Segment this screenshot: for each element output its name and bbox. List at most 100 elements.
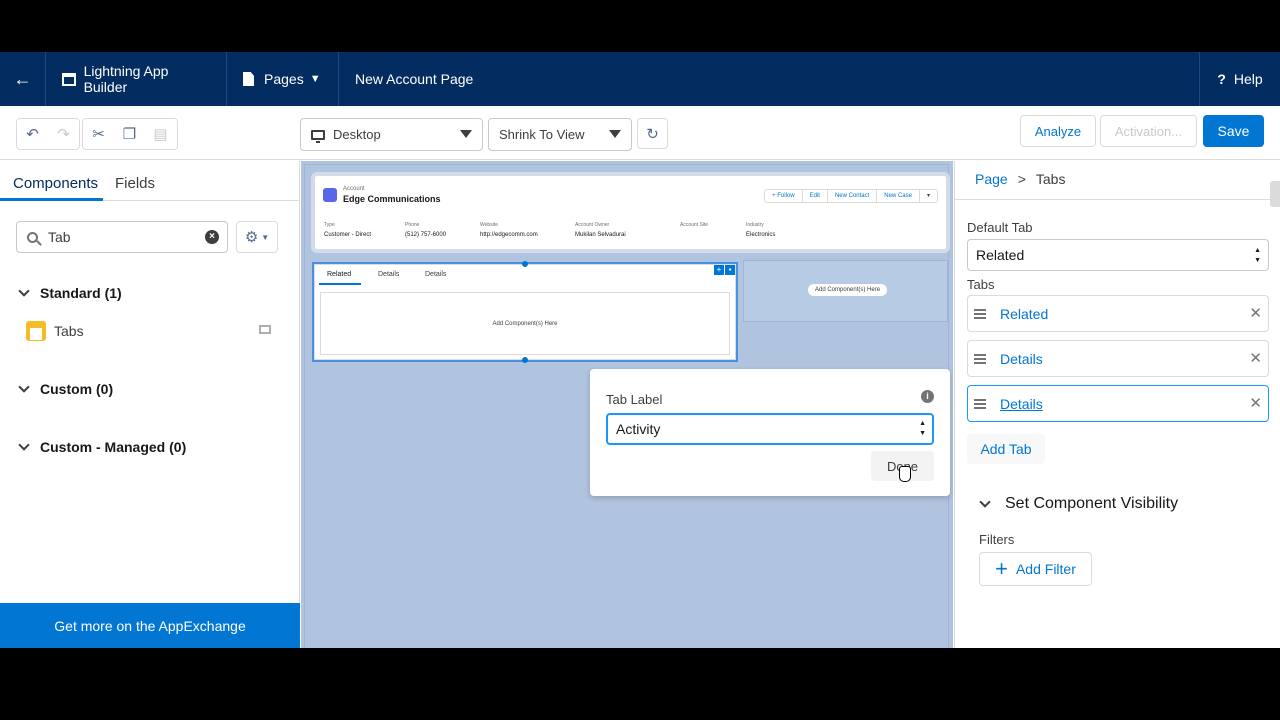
- component-tools: + ▪: [713, 265, 735, 275]
- dropzone-label: Add Component(s) Here: [492, 320, 558, 327]
- new-case-button[interactable]: New Case: [877, 190, 920, 202]
- close-icon[interactable]: ✕: [1249, 396, 1262, 411]
- save-button[interactable]: Save: [1203, 115, 1264, 147]
- sidebar-region[interactable]: Add Component(s) Here: [743, 260, 948, 322]
- view-select[interactable]: Shrink To View: [488, 118, 632, 151]
- components-panel: Components Fields Tab × ⚙ ▼ Standard (1) …: [0, 161, 300, 648]
- tab-item-details[interactable]: Details ✕: [967, 340, 1269, 377]
- tab-item-label[interactable]: Details: [1000, 396, 1043, 412]
- back-button[interactable]: ←: [0, 52, 46, 106]
- copy-icon[interactable]: ❐: [114, 119, 145, 149]
- field-value: (512) 757-6000: [405, 232, 447, 238]
- active-tab-underline: [0, 198, 103, 201]
- add-filter-button[interactable]: + Add Filter: [979, 552, 1092, 586]
- new-contact-button[interactable]: New Contact: [828, 190, 878, 202]
- preview-tab-related[interactable]: Related: [327, 271, 351, 278]
- field-label: Type: [324, 222, 335, 228]
- default-tab-value: Related: [976, 247, 1025, 263]
- visibility-label: Set Component Visibility: [1005, 495, 1179, 512]
- drag-handle-icon[interactable]: [974, 308, 986, 319]
- panel-collapse-handle[interactable]: [1270, 181, 1280, 207]
- tab-item-details-selected[interactable]: Details ✕: [967, 385, 1269, 422]
- component-tabs[interactable]: Tabs: [26, 321, 84, 341]
- undo-icon[interactable]: ↶: [17, 119, 48, 149]
- account-icon: [323, 188, 337, 202]
- tab-label-heading: Tab Label: [606, 392, 663, 407]
- refresh-button[interactable]: ↻: [637, 118, 668, 149]
- activation-button[interactable]: Activation...: [1100, 115, 1197, 147]
- app-builder-menu[interactable]: Lightning App Builder: [46, 52, 227, 106]
- section-label: Custom - Managed (0): [40, 439, 187, 455]
- component-search-input[interactable]: Tab ×: [16, 221, 228, 253]
- clear-icon[interactable]: ×: [205, 230, 219, 244]
- default-tab-select[interactable]: Related ▲ ▼: [967, 239, 1269, 271]
- add-tab-button[interactable]: Add Tab: [967, 434, 1045, 464]
- cut-icon[interactable]: ✂: [83, 119, 114, 149]
- tab-item-label[interactable]: Related: [1000, 306, 1048, 322]
- page-name-label: New Account Page: [355, 71, 474, 87]
- field-label: Account Site: [680, 222, 709, 228]
- tab-components[interactable]: Components: [13, 175, 98, 192]
- edit-button[interactable]: Edit: [803, 190, 828, 202]
- drag-handle-icon[interactable]: [974, 398, 986, 409]
- highlights-panel[interactable]: Account Edge Communications + Follow Edi…: [314, 175, 947, 250]
- info-icon[interactable]: i: [921, 390, 934, 403]
- question-icon: ?: [1217, 71, 1226, 87]
- resize-handle-top[interactable]: [522, 261, 528, 267]
- search-value: Tab: [48, 229, 71, 245]
- tabs-label: Tabs: [967, 277, 995, 292]
- undo-redo-group: ↶ ↷: [16, 118, 80, 150]
- gear-icon: ⚙: [244, 229, 259, 246]
- field-industry: Industry Electronics: [746, 222, 775, 238]
- chevron-down-icon: ▼: [309, 73, 321, 85]
- default-tab-label: Default Tab: [967, 220, 1033, 235]
- tab-fields[interactable]: Fields: [115, 175, 155, 192]
- preview-tab-details[interactable]: Details: [378, 271, 399, 278]
- tab-dropzone[interactable]: Add Component(s) Here: [320, 292, 730, 355]
- help-button[interactable]: ? Help: [1199, 52, 1280, 106]
- field-site: Account Site: [680, 222, 708, 232]
- page-icon: [243, 72, 254, 86]
- device-select[interactable]: Desktop: [300, 118, 483, 151]
- tabs-component-icon: [26, 321, 46, 341]
- builder-header: ← Lightning App Builder Pages ▼ New Acco…: [0, 52, 1280, 106]
- settings-menu-button[interactable]: ⚙ ▼: [236, 221, 278, 253]
- select-arrows-icon: ▲ ▼: [919, 420, 926, 437]
- panel-tabs: Components Fields: [0, 161, 300, 201]
- preview-tab-details-2[interactable]: Details: [425, 271, 446, 278]
- drag-handle-icon[interactable]: [974, 353, 986, 364]
- paste-icon[interactable]: ▤: [145, 119, 176, 149]
- section-custom[interactable]: Custom (0): [18, 381, 113, 397]
- visibility-section[interactable]: Set Component Visibility: [979, 495, 1179, 513]
- field-website: Website http://edgecomm.com: [480, 222, 538, 238]
- add-component-pill[interactable]: Add Component(s) Here: [808, 284, 888, 296]
- plus-icon: +: [995, 556, 1008, 581]
- pages-menu[interactable]: Pages ▼: [227, 52, 339, 106]
- section-custom-managed[interactable]: Custom - Managed (0): [18, 439, 187, 455]
- search-icon: [27, 231, 38, 243]
- delete-icon[interactable]: ▪: [725, 265, 735, 275]
- tab-label-select[interactable]: Activity ▲ ▼: [606, 413, 934, 445]
- refresh-icon: ↻: [646, 125, 659, 143]
- field-value: Customer - Direct: [324, 232, 372, 238]
- close-icon[interactable]: ✕: [1249, 351, 1262, 366]
- resize-handle-bottom[interactable]: [522, 357, 528, 363]
- section-standard[interactable]: Standard (1): [18, 285, 122, 301]
- redo-icon[interactable]: ↷: [48, 119, 79, 149]
- field-value: Electronics: [746, 232, 776, 238]
- tab-item-label[interactable]: Details: [1000, 351, 1043, 367]
- field-value: http://edgecomm.com: [480, 232, 538, 238]
- device-value: Desktop: [333, 127, 381, 142]
- appexchange-link[interactable]: Get more on the AppExchange: [0, 603, 300, 648]
- more-actions-button[interactable]: ▾: [920, 190, 937, 202]
- close-icon[interactable]: ✕: [1249, 306, 1262, 321]
- back-arrow-icon: ←: [13, 68, 32, 89]
- analyze-button[interactable]: Analyze: [1020, 115, 1096, 147]
- follow-button[interactable]: + Follow: [765, 190, 803, 202]
- add-icon[interactable]: +: [714, 265, 724, 275]
- tabs-component-preview[interactable]: Related Details Details Add Component(s)…: [314, 261, 736, 363]
- tab-label-popover: Tab Label i Activity ▲▼ Done: [590, 369, 950, 496]
- tab-item-related[interactable]: Related ✕: [967, 295, 1269, 332]
- chevron-down-icon: [18, 381, 30, 393]
- breadcrumb-page[interactable]: Page: [975, 171, 1008, 187]
